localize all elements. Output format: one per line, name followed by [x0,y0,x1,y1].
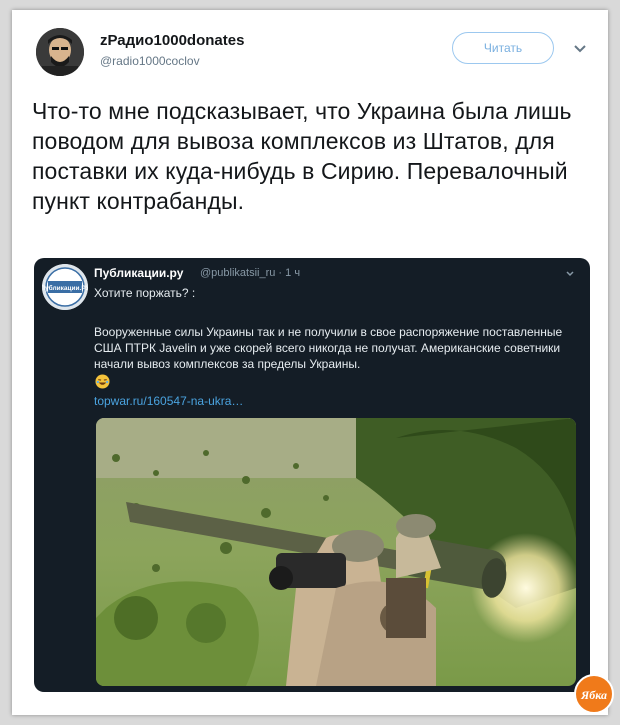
author-avatar[interactable] [36,28,84,76]
tweet-text: Что-то мне подсказывает, что Украина был… [32,98,572,214]
svg-text:Публикации.РУ: Публикации.РУ [42,284,88,292]
quoted-author-avatar[interactable]: Публикации.РУ [42,264,88,310]
chevron-down-icon[interactable] [570,38,590,58]
watermark-logo: Ябка [574,674,614,714]
svg-text:Ябка: Ябка [580,688,607,702]
quoted-intro: Хотите поржать? : [94,286,196,300]
author-name[interactable]: zРадио1000donates [100,32,244,49]
quoted-body: Вооруженные силы Украины так и не получи… [94,325,563,371]
quoted-photo[interactable] [96,418,576,686]
quoted-link[interactable]: topwar.ru/160547-na-ukra… [94,394,243,408]
quoted-tweet[interactable]: Публикации.РУ Публикации.ру @publikatsii… [34,258,590,692]
quoted-author-name[interactable]: Публикации.ру [94,266,183,280]
laughing-emoji-icon [95,374,110,389]
tweet-card: zРадио1000donates @radio1000coclov Читат… [12,10,614,715]
follow-button[interactable]: Читать [452,32,554,64]
chevron-down-icon[interactable] [564,266,576,278]
author-handle[interactable]: @radio1000coclov [100,54,200,68]
quoted-meta: @publikatsii_ru · 1 ч [200,267,301,279]
